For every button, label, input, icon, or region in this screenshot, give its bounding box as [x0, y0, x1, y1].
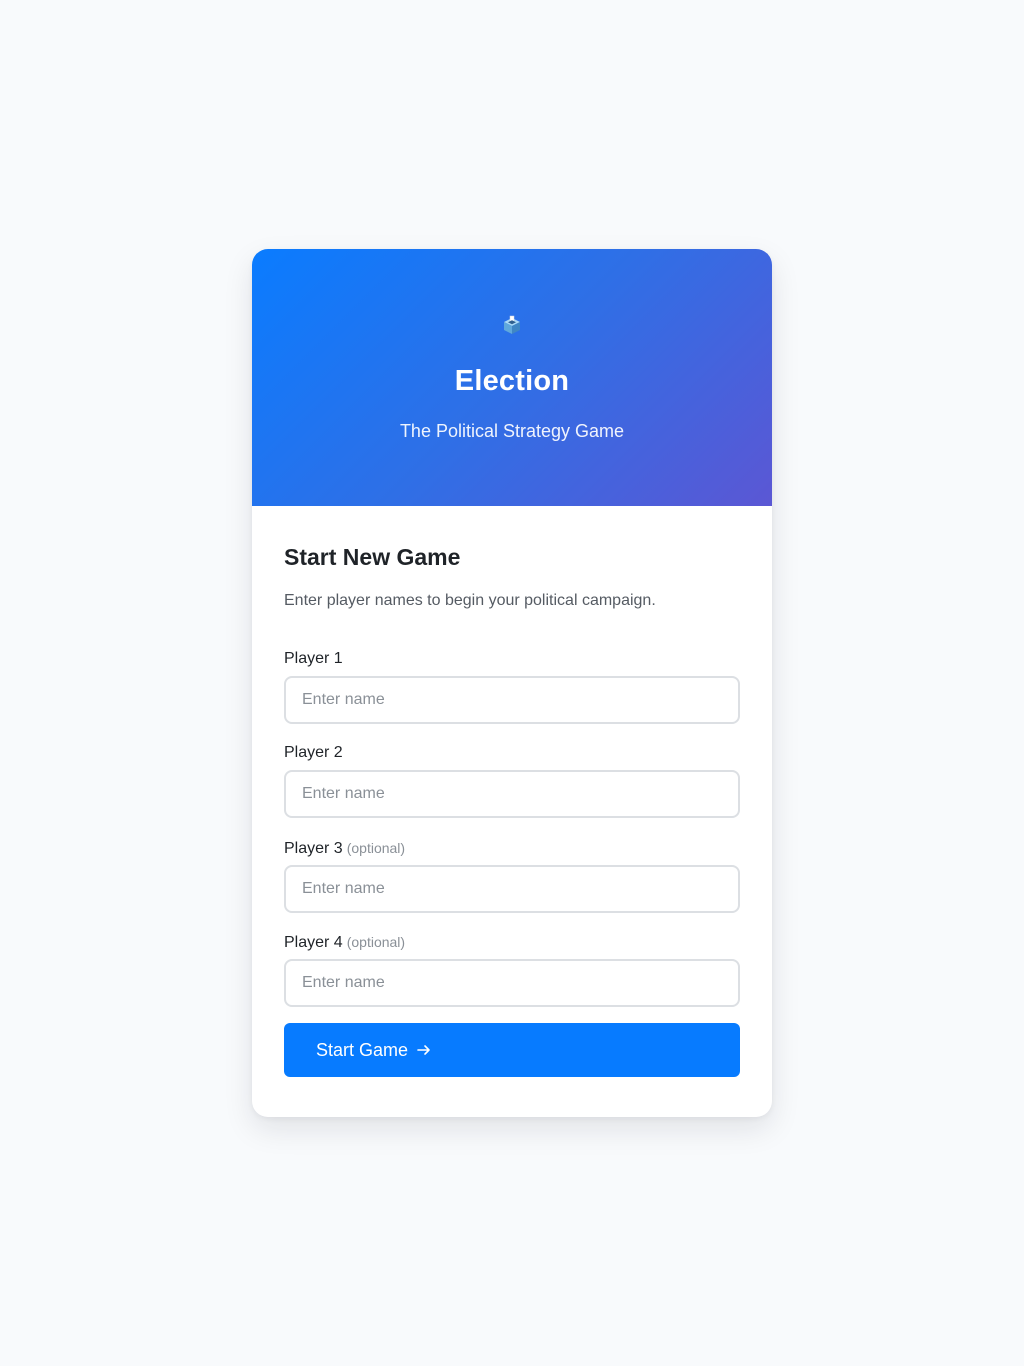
app-subtitle: The Political Strategy Game: [399, 421, 625, 441]
player-2-name-input[interactable]: [284, 770, 740, 818]
player-3-label: Player 3 (optional): [284, 840, 406, 857]
player-1-label: Player 1: [284, 650, 343, 667]
hero-banner: Election The Political Strategy Game: [252, 249, 772, 506]
start-game-button[interactable]: Start Game: [284, 1023, 740, 1077]
arrow-right-icon: [417, 1045, 430, 1055]
optional-tag: (optional): [346, 840, 406, 856]
player-1-name-input[interactable]: [284, 676, 740, 724]
player-3-name-input[interactable]: [284, 865, 740, 913]
optional-tag: (optional): [346, 934, 406, 950]
player-4-name-input[interactable]: [284, 959, 740, 1007]
player-4-label: Player 4 (optional): [284, 934, 406, 951]
start-game-label: Start Game: [316, 1039, 409, 1060]
player-2-label: Player 2: [284, 744, 343, 761]
start-game-card: Election The Political Strategy Game Sta…: [252, 249, 772, 1117]
app-title: Election: [454, 365, 570, 397]
ballot-box-icon: [504, 315, 520, 334]
form-description: Enter player names to begin your politic…: [284, 592, 656, 609]
form-title: Start New Game: [284, 544, 461, 570]
